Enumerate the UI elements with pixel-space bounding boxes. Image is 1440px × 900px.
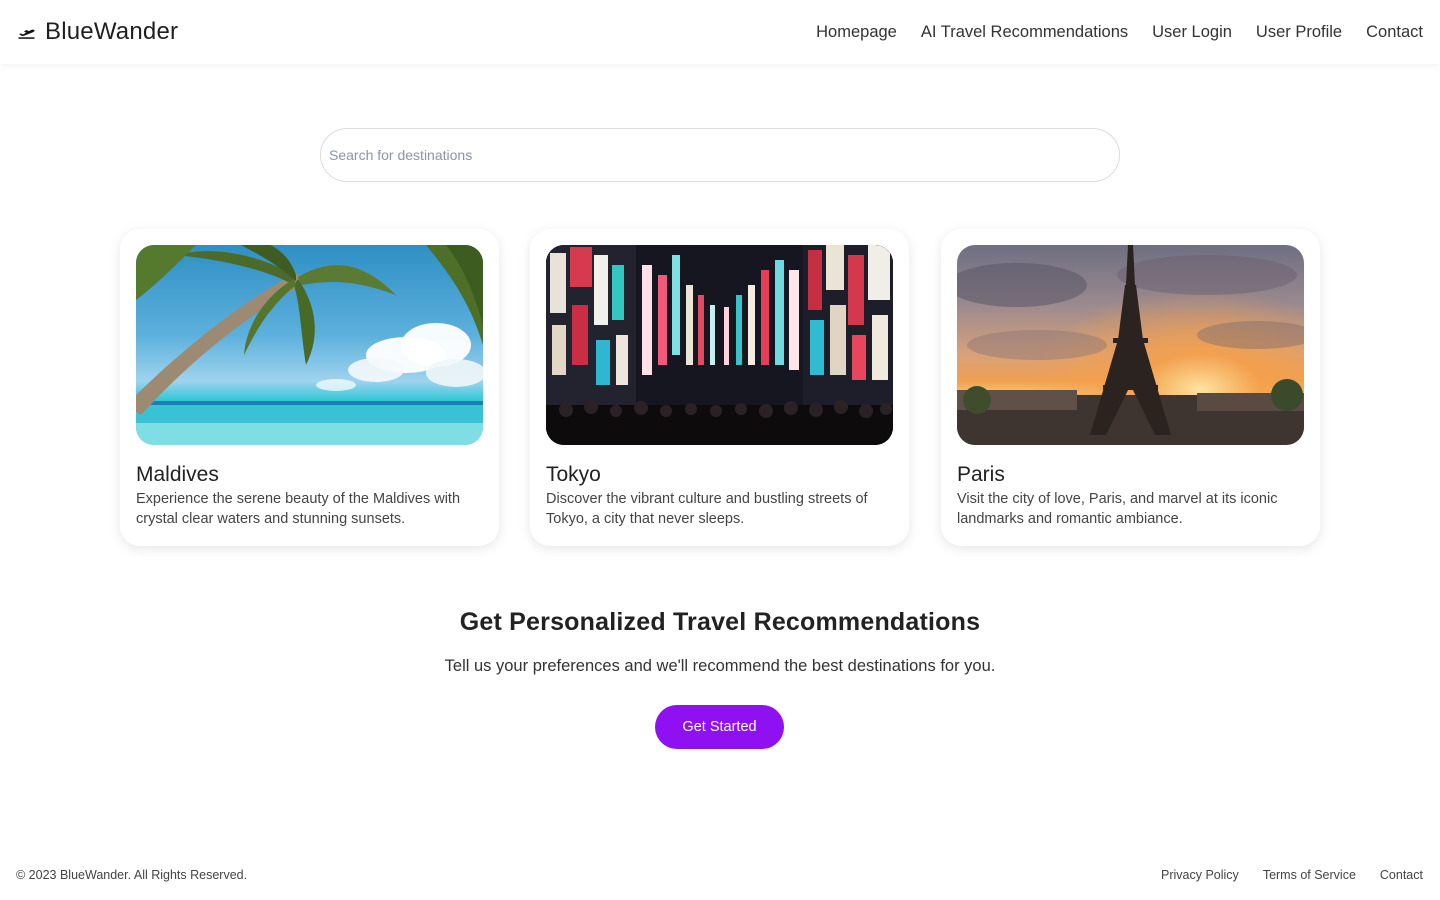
cta-subtitle: Tell us your preferences and we'll recom… <box>444 657 996 675</box>
footer-link-terms-of-service[interactable]: Terms of Service <box>1263 868 1356 882</box>
card-description: Visit the city of love, Paris, and marve… <box>957 491 1278 527</box>
cta-title: Get Personalized Travel Recommendations <box>459 608 981 636</box>
airplane-takeoff-icon <box>18 25 35 39</box>
get-started-button[interactable]: Get Started <box>655 705 784 749</box>
destination-cards: Maldives Experience the serene beauty of… <box>120 229 1320 546</box>
nav-homepage[interactable]: Homepage <box>816 23 897 42</box>
footer-link-privacy-policy[interactable]: Privacy Policy <box>1161 868 1239 882</box>
destination-card-maldives[interactable]: Maldives Experience the serene beauty of… <box>120 229 499 546</box>
card-description: Discover the vibrant culture and bustlin… <box>546 491 868 527</box>
nav-user-profile[interactable]: User Profile <box>1256 23 1342 42</box>
card-title: Maldives <box>136 463 219 486</box>
destination-card-tokyo[interactable]: Tokyo Discover the vibrant culture and b… <box>530 229 909 546</box>
search-bar <box>320 128 1120 182</box>
neon-street-night-photo <box>546 245 893 445</box>
card-description: Experience the serene beauty of the Mald… <box>136 491 461 527</box>
brand-name: BlueWander <box>45 18 179 45</box>
main-nav: Homepage AI Travel Recommendations User … <box>792 23 1423 42</box>
search-input[interactable] <box>320 128 1120 182</box>
footer-link-contact[interactable]: Contact <box>1380 868 1423 882</box>
nav-user-login[interactable]: User Login <box>1152 23 1232 42</box>
site-header: BlueWander Homepage AI Travel Recommenda… <box>0 0 1440 64</box>
nav-contact[interactable]: Contact <box>1366 23 1423 42</box>
beach-palm-tree-photo <box>136 245 483 445</box>
destination-card-paris[interactable]: Paris Visit the city of love, Paris, and… <box>941 229 1320 546</box>
footer-links: Privacy Policy Terms of Service Contact <box>1137 868 1423 882</box>
card-title: Tokyo <box>546 463 601 486</box>
eiffel-tower-sunset-photo <box>957 245 1304 445</box>
copyright-text: © 2023 BlueWander. All Rights Reserved. <box>16 868 248 882</box>
brand[interactable]: BlueWander <box>18 18 178 46</box>
nav-ai-travel-recommendations[interactable]: AI Travel Recommendations <box>921 23 1128 42</box>
card-title: Paris <box>957 463 1005 486</box>
